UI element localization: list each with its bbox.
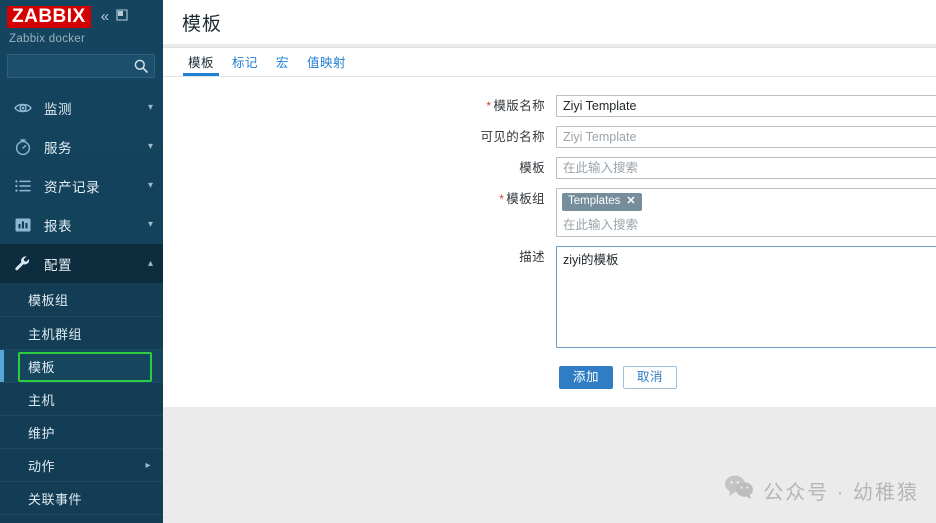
template-name-label: * 模版名称 [163, 95, 556, 117]
template-name-input[interactable] [556, 95, 936, 117]
search-icon[interactable] [133, 58, 149, 74]
chevron-up-icon: ▴ [147, 258, 153, 269]
form-actions: 添加 取消 [163, 357, 936, 389]
server-name: Zabbix docker [9, 33, 86, 45]
sidebar-item-services[interactable]: 服务 ▾ [0, 127, 163, 166]
sidebar-subitem-label: 动作 [28, 458, 56, 474]
description-textarea[interactable] [556, 246, 936, 348]
tab-value-mapping[interactable]: 值映射 [298, 56, 355, 76]
sidebar-subnav-configuration: 模板组 主机群组 模板 主机 维护 动作 ▸ 关联事件 [0, 283, 163, 523]
templates-search-input[interactable] [556, 157, 936, 179]
page-title: 模板 [182, 13, 223, 35]
sidebar-search [0, 45, 163, 78]
description-control [556, 246, 936, 348]
sidebar-subitem-label: 主机群组 [28, 326, 83, 342]
template-groups-label: * 模板组 [163, 188, 556, 210]
main-content: 模板 模板 标记 宏 值映射 *模版名称 可见的名称 [163, 0, 936, 523]
sidebar-header: ZABBIX « [0, 0, 163, 30]
sidebar-item-label: 资产记录 [44, 179, 100, 195]
bar-chart-icon [12, 214, 34, 236]
wrench-icon [12, 253, 34, 275]
add-button[interactable]: 添加 [559, 366, 614, 389]
template-groups-label-text: 模板组 [506, 192, 545, 206]
chevron-down-icon: ▾ [147, 141, 153, 152]
tabstrip: 模板 标记 宏 值映射 [163, 47, 936, 77]
watermark: 公众号 · 幼稚猿 [724, 474, 919, 506]
sidebar-subitem-actions[interactable]: 动作 ▸ [0, 448, 163, 481]
tab-macros[interactable]: 宏 [267, 56, 298, 76]
sidebar-subitem-host-groups[interactable]: 主机群组 [0, 316, 163, 349]
sidebar-subitem-hosts[interactable]: 主机 [0, 382, 163, 415]
page-header: 模板 [163, 0, 936, 44]
template-groups-multiselect[interactable]: Templates ✕ 在此输入搜索 [556, 188, 936, 237]
tab-tags[interactable]: 标记 [223, 56, 267, 76]
sidebar-item-inventory[interactable]: 资产记录 ▾ [0, 166, 163, 205]
sidebar-item-configuration[interactable]: 配置 ▴ [0, 244, 163, 283]
close-icon[interactable]: ✕ [626, 195, 635, 208]
sidebar-subitem-discovery[interactable]: 自动发现 [0, 514, 163, 523]
chip-label: Templates [568, 195, 621, 207]
sidebar-item-label: 监测 [44, 101, 72, 117]
sidebar: ZABBIX « Zabbix docker 监测 ▾ 服务 ▾ 资产记录 ▾ … [0, 0, 163, 523]
chevron-down-icon: ▾ [147, 180, 153, 191]
sidebar-subitem-label: 维护 [28, 425, 56, 441]
description-label: 描述 [519, 250, 545, 264]
sidebar-item-label: 配置 [44, 257, 72, 273]
visible-name-input[interactable] [556, 126, 936, 148]
visible-name-label: 可见的名称 [480, 130, 545, 144]
sidebar-subitem-label: 模板 [28, 359, 56, 375]
list-icon [12, 175, 34, 197]
wechat-icon [724, 474, 754, 506]
sidebar-header-icons: « [101, 8, 128, 26]
chevron-down-icon: ▾ [147, 219, 153, 230]
sidebar-subitem-correlation[interactable]: 关联事件 [0, 481, 163, 514]
sidebar-subitem-label: 主机 [28, 392, 56, 408]
sidebar-subitem-label: 模板组 [28, 293, 69, 308]
tabstrip-wrapper: 模板 标记 宏 值映射 [163, 47, 936, 77]
watermark-text: 公众号 · 幼稚猿 [763, 481, 919, 504]
sidebar-item-reports[interactable]: 报表 ▾ [0, 205, 163, 244]
template-name-label-text: 模版名称 [493, 99, 545, 113]
sidebar-subitem-label: 关联事件 [28, 491, 83, 507]
chevron-down-icon: ▾ [147, 102, 153, 113]
template-groups-placeholder: 在此输入搜索 [563, 218, 639, 232]
template-groups-control: Templates ✕ 在此输入搜索 选择 [556, 188, 936, 237]
visible-name-control [556, 126, 936, 148]
template-form-panel: *模版名称 可见的名称 模板 选择 [163, 77, 936, 407]
field-row-templates: 模板 选择 [163, 157, 936, 179]
required-marker: * [486, 99, 492, 113]
sidebar-subitem-maintenance[interactable]: 维护 [0, 415, 163, 448]
sidebar-subitem-template-groups[interactable]: 模板组 [0, 283, 163, 316]
field-row-visible-name: 可见的名称 [163, 126, 936, 148]
sidebar-item-label: 服务 [44, 140, 72, 156]
chevrons-left-icon[interactable]: « [101, 9, 109, 24]
sidebar-nav: 监测 ▾ 服务 ▾ 资产记录 ▾ 报表 ▾ 配置 ▴ 模板组 主机群组 模板 主… [0, 88, 163, 523]
zabbix-logo: ZABBIX [7, 5, 91, 28]
templates-label: 模板 [519, 161, 545, 175]
required-marker: * [499, 192, 505, 206]
sidebar-subitem-templates[interactable]: 模板 [0, 349, 163, 382]
fullscreen-icon[interactable] [116, 8, 128, 26]
field-row-template-name: * 模版名称 [163, 95, 936, 117]
app-root: ZABBIX « Zabbix docker 监测 ▾ 服务 ▾ 资产记录 ▾ … [0, 0, 936, 523]
templates-control: 选择 [556, 157, 936, 179]
tab-template[interactable]: 模板 [179, 56, 223, 76]
chevron-right-icon: ▸ [145, 459, 151, 471]
cancel-button[interactable]: 取消 [623, 366, 678, 389]
sidebar-item-label: 报表 [44, 218, 72, 234]
field-row-template-groups: *模板组 Templates ✕ 在此输入搜索 选择 [163, 188, 936, 237]
field-row-description: 描述 [163, 246, 936, 348]
template-name-control [556, 95, 936, 117]
stopwatch-icon [12, 136, 34, 158]
sidebar-item-monitoring[interactable]: 监测 ▾ [0, 88, 163, 127]
template-group-chip[interactable]: Templates ✕ [562, 193, 642, 211]
eye-icon [12, 97, 34, 119]
